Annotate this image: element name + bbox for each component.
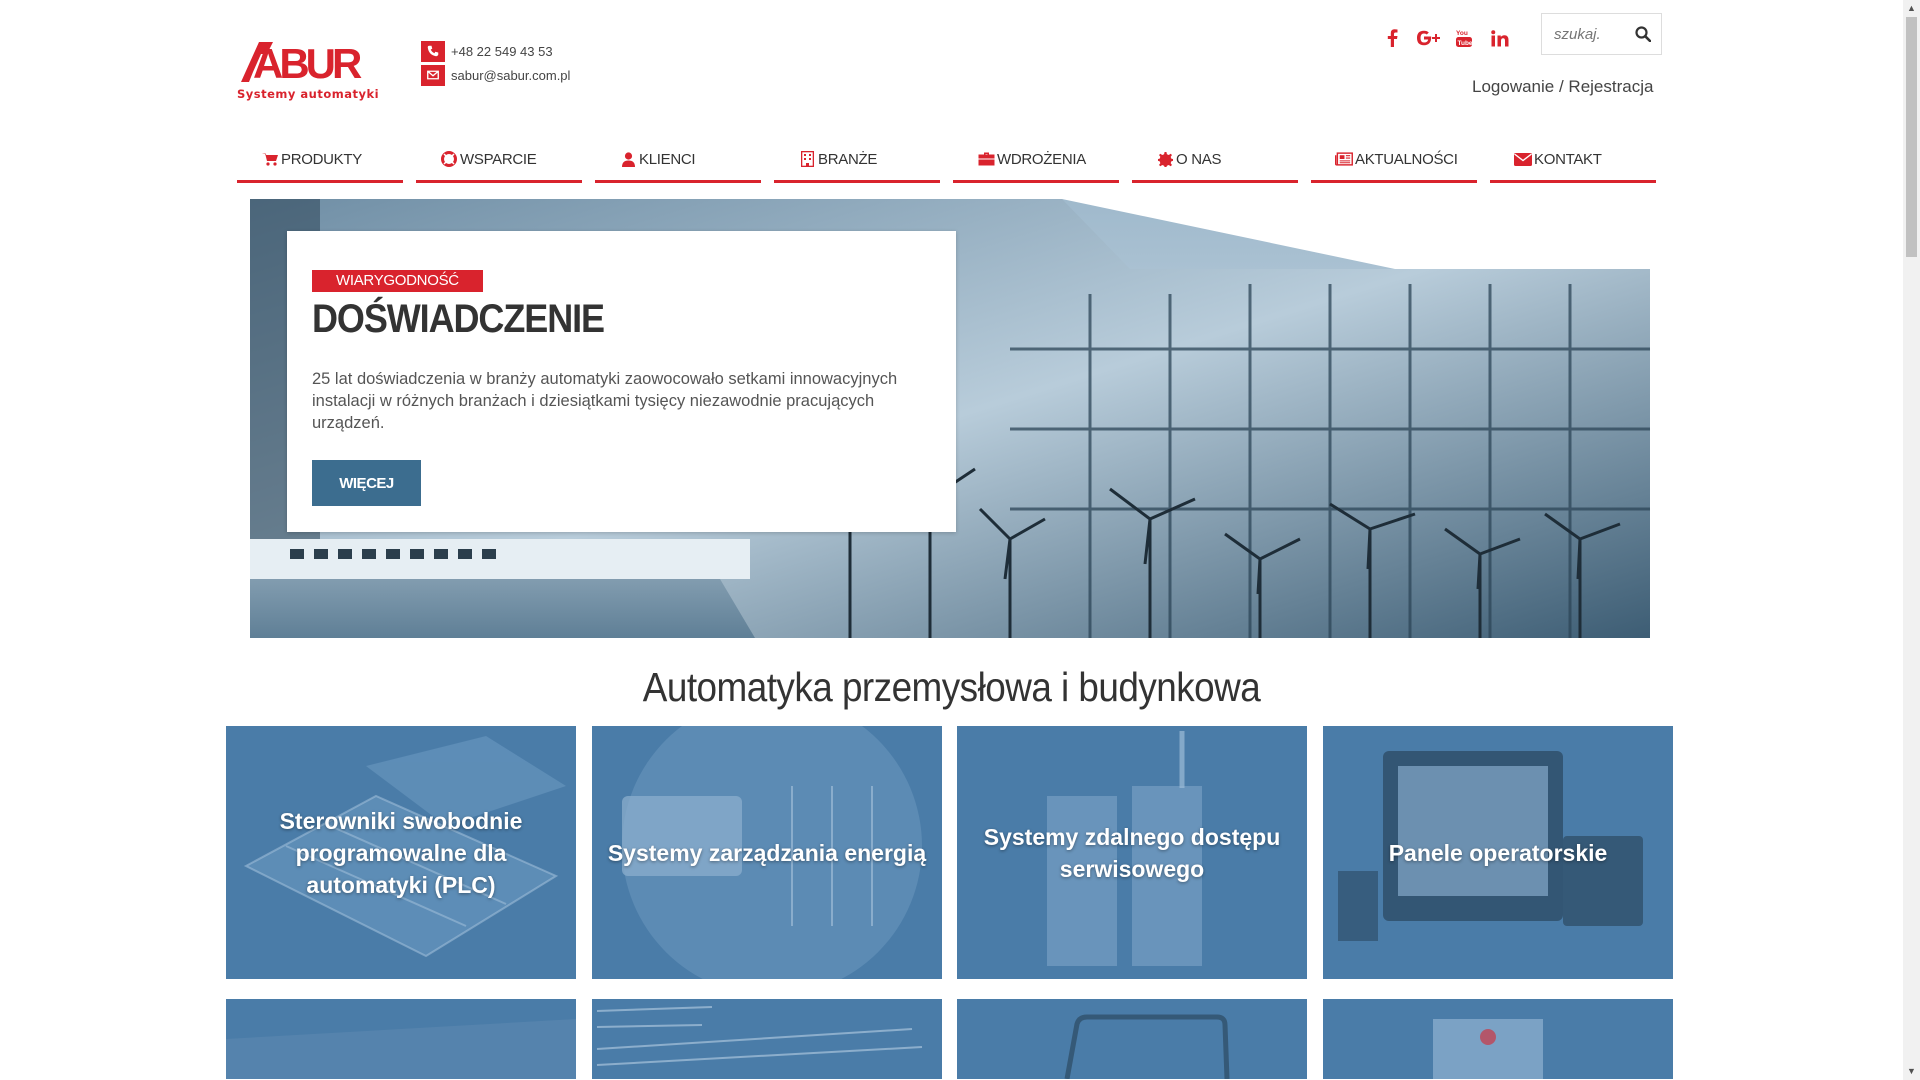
svg-text:Tube: Tube xyxy=(1458,40,1473,47)
tile-row2-2[interactable] xyxy=(592,999,942,1079)
tile-row2-1[interactable] xyxy=(226,999,576,1079)
logo[interactable]: ABUR Systemy automatyki xyxy=(237,38,380,102)
social-links: You Tube xyxy=(1380,26,1512,50)
login-separator: / xyxy=(1554,77,1569,96)
cart-icon xyxy=(261,151,279,167)
login-link[interactable]: Logowanie xyxy=(1472,77,1554,96)
nav-item-wsparcie[interactable]: WSPARCIE xyxy=(416,138,582,183)
tile-operator-panels[interactable]: Panele operatorskie xyxy=(1323,726,1673,979)
nav-label: KLIENCI xyxy=(639,150,696,168)
nav-label: WDROŻENIA xyxy=(997,150,1086,168)
hero-badge: WIARYGODNOŚĆ xyxy=(312,270,483,292)
envelope-icon xyxy=(1514,151,1532,167)
tile-row2-4[interactable] xyxy=(1323,999,1673,1079)
code-image xyxy=(596,1006,923,1066)
nav-label: O NAS xyxy=(1176,150,1222,168)
facebook-icon[interactable] xyxy=(1380,26,1404,50)
phone-number[interactable]: +48 22 549 43 53 xyxy=(451,44,553,59)
hero-text: 25 lat doświadczenia w branży automatyki… xyxy=(312,370,898,432)
nav-item-kontakt[interactable]: KONTAKT xyxy=(1490,138,1656,183)
tile-plc[interactable]: Sterowniki swobodnie programowalne dla a… xyxy=(226,726,576,979)
nav-item-branze[interactable]: BRANŻE xyxy=(774,138,940,183)
tile-label: Systemy zdalnego dostępu serwisowego xyxy=(983,823,1281,882)
google-plus-icon[interactable] xyxy=(1416,26,1440,50)
tile-label: Panele operatorskie xyxy=(1388,839,1608,866)
login-links: Logowanie / Rejestracja xyxy=(1472,77,1653,97)
nav-item-klienci[interactable]: KLIENCI xyxy=(595,138,761,183)
section-title: Automatyka przemysłowa i budynkowa xyxy=(642,664,1261,710)
logo-tagline: Systemy automatyki xyxy=(237,87,380,101)
briefcase-icon xyxy=(977,151,995,167)
nav-item-aktualnosci[interactable]: AKTUALNOŚCI xyxy=(1311,138,1477,183)
nav-label: KONTAKT xyxy=(1534,150,1602,168)
user-icon xyxy=(619,151,637,167)
tile-label: Sterowniki swobodnie programowalne dla a… xyxy=(279,807,523,898)
tile-row2-3[interactable] xyxy=(957,999,1307,1079)
laptop-image xyxy=(1064,1014,1230,1079)
device-image xyxy=(1433,1019,1543,1079)
page: ABUR Systemy automatyki +48 22 549 43 53… xyxy=(0,0,1903,1080)
phone-icon xyxy=(421,40,445,62)
scrollbar[interactable]: ▲ ▼ xyxy=(1903,0,1920,1080)
search-button[interactable] xyxy=(1626,15,1660,53)
scroll-down-arrow-icon[interactable]: ▼ xyxy=(1903,1063,1920,1080)
more-button[interactable]: WIĘCEJ xyxy=(312,460,421,506)
newspaper-icon xyxy=(1335,151,1353,167)
nav-label: BRANŻE xyxy=(818,150,878,168)
tile-energy[interactable]: Systemy zarządzania energią xyxy=(592,726,942,979)
nav-label: PRODUKTY xyxy=(281,150,362,168)
search-box xyxy=(1541,13,1662,55)
lifebuoy-icon xyxy=(440,151,458,167)
svg-text:ABUR: ABUR xyxy=(253,40,362,84)
search-input[interactable] xyxy=(1542,15,1626,53)
linkedin-icon[interactable] xyxy=(1488,26,1512,50)
contact-info: +48 22 549 43 53 sabur@sabur.com.pl xyxy=(421,39,570,87)
search-icon xyxy=(1635,26,1651,42)
nav-label: AKTUALNOŚCI xyxy=(1355,150,1458,168)
scrollbar-thumb[interactable] xyxy=(1906,17,1917,257)
gear-icon xyxy=(1156,151,1174,167)
youtube-icon[interactable]: You Tube xyxy=(1452,26,1476,50)
tile-remote-access[interactable]: Systemy zdalnego dostępu serwisowego xyxy=(957,726,1307,979)
svg-text:You: You xyxy=(1456,30,1468,37)
tile-label: Systemy zarządzania energią xyxy=(607,839,927,866)
register-link[interactable]: Rejestracja xyxy=(1568,77,1653,96)
nav-item-o-nas[interactable]: O NAS xyxy=(1132,138,1298,183)
phone-row: +48 22 549 43 53 xyxy=(421,39,570,63)
hero-title: DOŚWIADCZENIE xyxy=(312,297,605,341)
building-icon xyxy=(798,151,816,167)
sabur-logo-mark: ABUR xyxy=(241,40,366,84)
nav-item-produkty[interactable]: PRODUKTY xyxy=(237,138,403,183)
hero-card: WIARYGODNOŚĆ DOŚWIADCZENIE 25 lat doświa… xyxy=(287,231,956,532)
email-address[interactable]: sabur@sabur.com.pl xyxy=(451,68,570,83)
tile-row2-1-image xyxy=(226,1019,576,1079)
email-row: sabur@sabur.com.pl xyxy=(421,63,570,87)
nav-label: WSPARCIE xyxy=(460,150,537,168)
envelope-icon xyxy=(421,64,445,86)
main-nav: PRODUKTY WSPARCIE KLIENCI BRANŻE WDROŻEN… xyxy=(237,138,1656,183)
scroll-up-arrow-icon[interactable]: ▲ xyxy=(1903,0,1920,17)
nav-item-wdrozenia[interactable]: WDROŻENIA xyxy=(953,138,1119,183)
